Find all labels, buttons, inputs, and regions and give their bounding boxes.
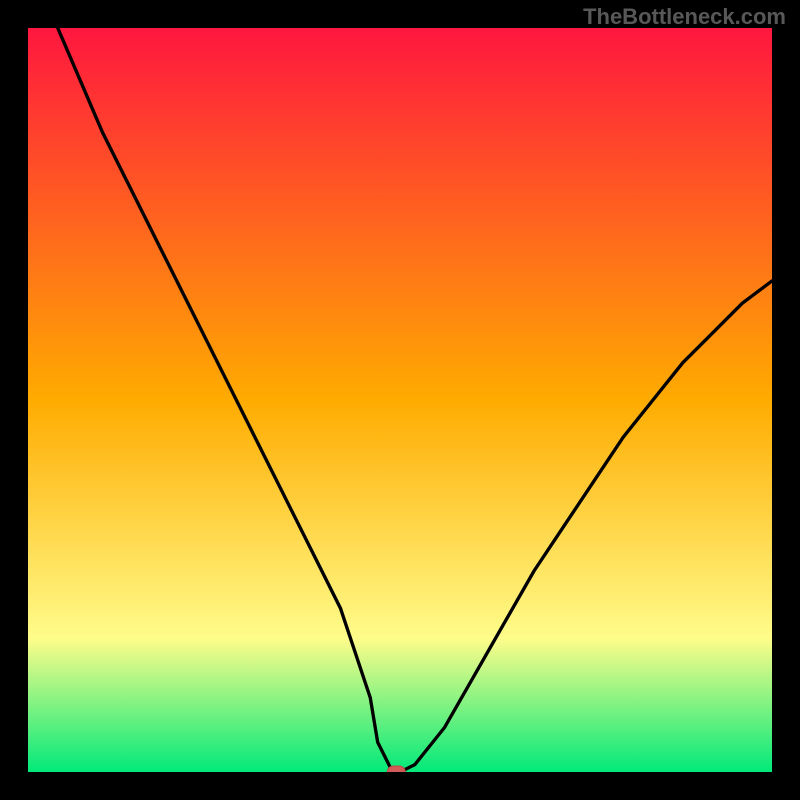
chart-plot-area [28,28,772,772]
chart-svg [28,28,772,772]
optimal-point-marker [387,766,405,772]
chart-frame: TheBottleneck.com [0,0,800,800]
watermark-text: TheBottleneck.com [583,4,786,30]
chart-background-gradient [28,28,772,772]
